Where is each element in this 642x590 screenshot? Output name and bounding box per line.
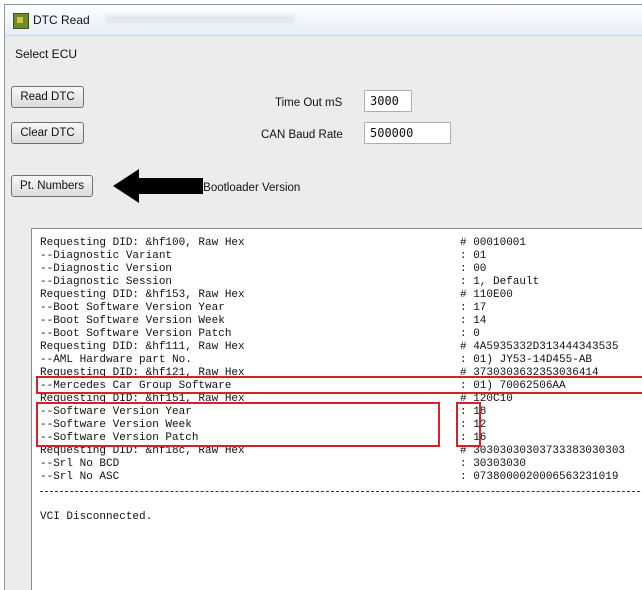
pt-numbers-button[interactable]: Pt. Numbers [11,175,93,197]
highlight-software-version-values [456,402,481,447]
console-line: --Diagnostic Version: 00 [40,263,487,275]
timeout-label: Time Out mS [275,97,343,109]
window-title: DTC Read [33,13,90,27]
output-console[interactable]: Requesting DID: &hf100, Raw Hex # 0001000… [31,228,642,590]
console-line: --Srl No ASC: 0738000020006563231019 [40,471,619,483]
console-line: --Boot Software Version Patch: 0 [40,328,480,340]
menu-select-ecu[interactable]: Select ECU [15,47,77,61]
timeout-input[interactable]: 3000 [364,90,412,112]
clear-dtc-button[interactable]: Clear DTC [11,122,84,144]
console-line: Requesting DID: &hf153, Raw Hex # 110E00 [40,289,513,301]
console-line: --Diagnostic Session: 1, Default [40,276,540,288]
console-line: --Srl No BCD: 30303030 [40,458,527,470]
baud-rate-input[interactable]: 500000 [364,122,451,144]
console-line: Requesting DID: &hf111, Raw Hex # 4A59353… [40,341,619,353]
console-separator [40,491,642,492]
console-line: --Diagnostic Variant: 01 [40,250,487,262]
left-arrow-icon [113,169,203,203]
blurred-title-text [105,15,295,23]
bootloader-version-label: le Bootloader Version [191,182,301,194]
highlight-software-version-labels [36,402,440,447]
read-dtc-button[interactable]: Read DTC [11,86,84,108]
app-icon [13,13,29,29]
title-bar: DTC Read [5,5,642,36]
console-line: --Boot Software Version Week: 14 [40,315,487,327]
highlight-mercedes-software [36,376,642,394]
console-line: Requesting DID: &hf100, Raw Hex # 0001000… [40,237,527,249]
console-line: --AML Hardware part No.: 01) JY53-14D455… [40,354,593,366]
dtc-read-window: DTC Read Select ECU Read DTC Clear DTC P… [4,4,642,590]
console-line: --Boot Software Version Year: 17 [40,302,487,314]
console-status: VCI Disconnected. [40,511,153,523]
baud-rate-label: CAN Baud Rate [261,129,343,141]
